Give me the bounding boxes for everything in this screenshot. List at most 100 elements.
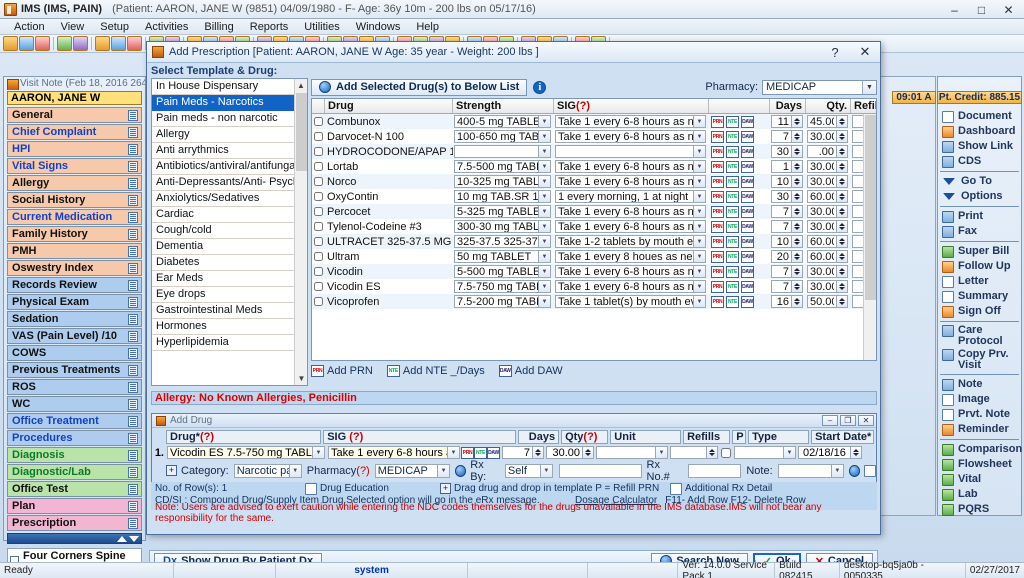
days-input[interactable]: 20	[771, 250, 803, 263]
strength-select-chevron-down-icon[interactable]: ▼	[538, 296, 550, 307]
note-lookup-icon[interactable]	[848, 464, 860, 477]
template-list[interactable]: In House Dispensary Pain Meds - Narcotics…	[151, 78, 308, 386]
action-item-copy-prv-visit[interactable]: Copy Prv. Visit	[938, 348, 1021, 372]
sig-select[interactable]: Take 1 every 8 houes as needed. ▼	[555, 250, 706, 263]
row-select-checkbox[interactable]	[314, 132, 323, 141]
row-select-checkbox[interactable]	[314, 282, 323, 291]
prn-icon[interactable]: PRN	[711, 205, 724, 218]
days-input[interactable]: 7	[771, 220, 803, 233]
sig-select-chevron-down-icon[interactable]: ▼	[693, 191, 705, 202]
sig-select-chevron-down-icon[interactable]: ▼	[693, 146, 705, 157]
nte-icon[interactable]: NTE	[726, 160, 739, 173]
nte-icon[interactable]: NTE	[726, 115, 739, 128]
drug-grid-row[interactable]: ULTRACET 325-37.5 MG TAB325-37.5 325-37.…	[312, 234, 876, 249]
visit-note-item-wc[interactable]: WC	[7, 396, 142, 412]
visit-note-item-chief-complaint[interactable]: Chief Complaint	[7, 124, 142, 140]
section-document-icon[interactable]	[128, 229, 138, 240]
template-item-pain-meds-narcotics[interactable]: Pain Meds - Narcotics	[152, 95, 307, 111]
days-input-stepper[interactable]	[791, 116, 802, 127]
drug-education-link[interactable]: Drug Education	[320, 483, 440, 494]
prn-icon[interactable]: PRN	[711, 265, 724, 278]
strength-select-chevron-down-icon[interactable]: ▼	[538, 236, 550, 247]
daw-icon[interactable]: DAW	[741, 130, 754, 143]
pharmacy-chevron-down-icon[interactable]: ▼	[862, 80, 876, 94]
visit-note-item-cows[interactable]: COWS	[7, 345, 142, 361]
visit-note-item-oswestry-index[interactable]: Oswestry Index	[7, 260, 142, 276]
nte-icon[interactable]: NTE	[474, 446, 487, 459]
days-input-stepper[interactable]	[791, 146, 802, 157]
qty-input-stepper[interactable]	[836, 281, 847, 292]
qty-input-stepper[interactable]	[836, 176, 847, 187]
prn-icon[interactable]: PRN	[711, 295, 724, 308]
section-document-icon[interactable]	[128, 399, 138, 410]
drug-grid-row[interactable]: Percocet 5-325 mg TABLET ▼ Take 1 every 6-8…	[312, 204, 876, 219]
section-document-icon[interactable]	[128, 467, 138, 478]
strength-select-chevron-down-icon[interactable]: ▼	[538, 221, 550, 232]
strength-select[interactable]: 400-5 mg TABLET ▼	[454, 115, 551, 128]
template-item-hormones[interactable]: Hormones	[152, 319, 307, 335]
action-item-note[interactable]: Note	[938, 377, 1021, 392]
nte-icon[interactable]: NTE	[726, 235, 739, 248]
daw-icon[interactable]: DAW	[487, 446, 500, 459]
info-icon[interactable]: i	[533, 80, 547, 94]
sig-select[interactable]: Take 1 every 6-8 hours as needed▼	[555, 175, 706, 188]
strength-select-chevron-down-icon[interactable]: ▼	[538, 116, 550, 127]
strength-select-chevron-down-icon[interactable]: ▼	[538, 206, 550, 217]
row-select-checkbox[interactable]	[314, 207, 323, 216]
template-item-cough-cold[interactable]: Cough/cold	[152, 223, 307, 239]
menu-item-action[interactable]: Action	[6, 21, 53, 33]
menu-item-utilities[interactable]: Utilities	[296, 21, 347, 33]
template-scroll-up-icon[interactable]: ▲	[295, 79, 307, 92]
strength-select[interactable]: 10 mg TAB.SR 12H ▼	[454, 190, 551, 203]
pharmacy-lookup-icon[interactable]	[455, 464, 467, 477]
add-selected-drugs-button[interactable]: Add Selected Drug(s) to Below List	[311, 78, 528, 96]
qty-input-stepper[interactable]	[836, 296, 847, 307]
days-input[interactable]: 1	[771, 160, 803, 173]
visit-note-item-sedation[interactable]: Sedation	[7, 311, 142, 327]
sig-select[interactable]: Take 1 every 6-8 hours as needed▼	[555, 205, 706, 218]
section-document-icon[interactable]	[128, 365, 138, 376]
template-item-anxiolytics-sedatives[interactable]: Anxiolytics/Sedatives	[152, 191, 307, 207]
visit-note-item-allergy[interactable]: Allergy	[7, 175, 142, 191]
visit-note-item-diagnostic-lab[interactable]: Diagnostic/Lab	[7, 464, 142, 480]
strength-select-chevron-down-icon[interactable]: ▼	[538, 251, 550, 262]
days-input-stepper[interactable]	[791, 296, 802, 307]
ad-type-input[interactable]: ▼	[734, 446, 796, 459]
ad-days-input[interactable]: 7	[502, 446, 544, 459]
daw-icon[interactable]: DAW	[741, 295, 754, 308]
action-item-options[interactable]: Options	[938, 189, 1021, 204]
sig-select[interactable]: Take 1 every 6-8 hours as needed▼	[555, 220, 706, 233]
action-item-cds[interactable]: CDS	[938, 154, 1021, 169]
days-input-stepper[interactable]	[791, 131, 802, 142]
qty-input-stepper[interactable]	[836, 191, 847, 202]
row-select-checkbox[interactable]	[314, 177, 323, 186]
action-item-show-link[interactable]: Show Link	[938, 139, 1021, 154]
section-document-icon[interactable]	[128, 297, 138, 308]
daw-icon[interactable]: DAW	[741, 250, 754, 263]
visit-note-item-procedures[interactable]: Procedures	[7, 430, 142, 446]
strength-select-chevron-down-icon[interactable]: ▼	[538, 281, 550, 292]
ad-drug-chevron-down-icon[interactable]: ▼	[312, 447, 324, 458]
nte-icon[interactable]: NTE	[726, 205, 739, 218]
visit-note-item-diagnosis[interactable]: Diagnosis	[7, 447, 142, 463]
visit-note-item-office-test[interactable]: Office Test	[7, 481, 142, 497]
visit-note-item-general[interactable]: General	[7, 107, 142, 123]
daw-icon[interactable]: DAW	[741, 145, 754, 158]
action-item-print[interactable]: Print	[938, 209, 1021, 224]
visit-note-item-family-history[interactable]: Family History	[7, 226, 142, 242]
sig-select-chevron-down-icon[interactable]: ▼	[693, 281, 705, 292]
nte-icon[interactable]: NTE	[726, 190, 739, 203]
toolbar-icon-4[interactable]	[57, 36, 72, 51]
template-scroll-thumb[interactable]	[296, 93, 307, 171]
add-drug-close-button[interactable]: ✕	[858, 415, 874, 426]
toolbar-icon-7[interactable]	[111, 36, 126, 51]
visit-note-item-prescription[interactable]: Prescription	[7, 515, 142, 531]
visit-note-item-office-treatment[interactable]: Office Treatment	[7, 413, 142, 429]
section-document-icon[interactable]	[128, 195, 138, 206]
section-document-icon[interactable]	[128, 518, 138, 529]
template-item-cardiac[interactable]: Cardiac	[152, 207, 307, 223]
visit-note-item-pmh[interactable]: PMH	[7, 243, 142, 259]
rxby-input[interactable]: Self ▼	[504, 463, 553, 478]
maximize-button[interactable]: □	[968, 1, 995, 18]
section-document-icon[interactable]	[128, 382, 138, 393]
